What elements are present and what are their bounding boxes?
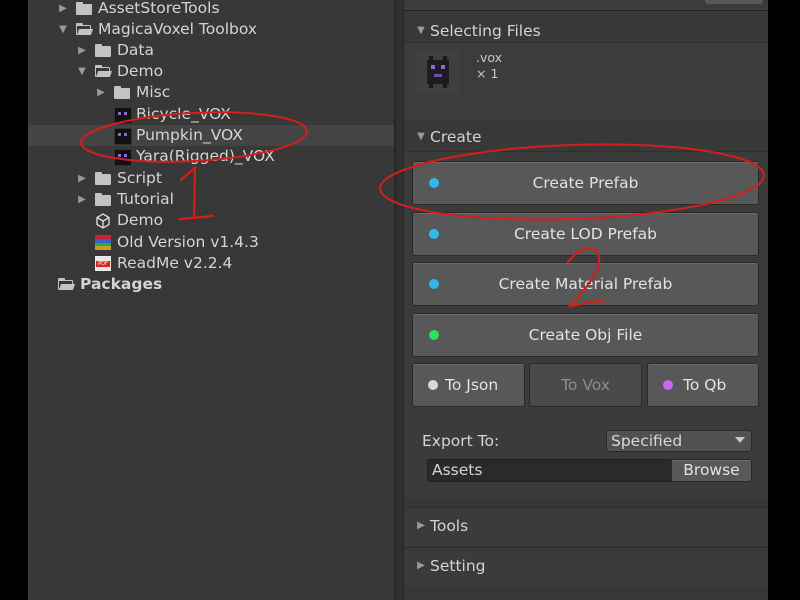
- expanded-arrow-icon[interactable]: ▼: [57, 19, 69, 40]
- export-path-field[interactable]: Assets: [427, 459, 672, 482]
- section-header-tools[interactable]: ▶ Tools: [404, 515, 768, 537]
- pdf-tag: PDF: [96, 261, 110, 267]
- vox-thumbnail-icon: [416, 50, 460, 94]
- left-frame: [0, 0, 28, 600]
- expanded-arrow-icon[interactable]: ▼: [76, 61, 88, 82]
- tree-item-label: Tutorial: [117, 190, 174, 208]
- button-label: Create LOD Prefab: [513, 225, 657, 243]
- section-header-create[interactable]: ▼ Create: [404, 126, 768, 148]
- create-material-prefab-button[interactable]: Create Material Prefab: [412, 262, 759, 306]
- tree-item-packages[interactable]: Packages: [28, 274, 394, 295]
- tree-item-label: Script: [117, 169, 162, 187]
- tree-item-label: Demo: [117, 62, 164, 80]
- unity-scene-icon: [96, 213, 110, 229]
- export-path-value: Assets: [432, 461, 483, 479]
- section-header-setting[interactable]: ▶ Setting: [404, 555, 768, 577]
- status-dot-blue: [429, 279, 439, 289]
- to-qb-button[interactable]: To Qb: [647, 363, 759, 407]
- collapsed-arrow-icon[interactable]: ▶: [57, 0, 69, 19]
- expanded-arrow-icon[interactable]: ▼: [415, 20, 427, 42]
- tree-item-demo-scene[interactable]: Demo: [28, 210, 394, 231]
- folder-icon: [95, 44, 111, 57]
- rar-archive-icon: [95, 235, 111, 250]
- tree-item-label: Misc: [136, 83, 171, 101]
- right-frame: [768, 0, 800, 600]
- button-label: Create Prefab: [532, 174, 639, 192]
- create-obj-file-button[interactable]: Create Obj File: [412, 313, 759, 357]
- tree-item-yara-rigged-vox[interactable]: Yara(Rigged)_VOX: [28, 146, 394, 167]
- tree-item-magicavoxel-toolbox[interactable]: ▼ MagicaVoxel Toolbox: [28, 19, 394, 40]
- dropdown-caret-icon: [735, 437, 745, 443]
- collapsed-arrow-icon[interactable]: ▶: [415, 515, 427, 537]
- status-dot-blue: [429, 178, 439, 188]
- button-label: Create Obj File: [528, 326, 643, 344]
- folder-icon: [95, 172, 111, 185]
- vox-file-icon: [114, 149, 132, 166]
- tree-item-old-version[interactable]: Old Version v1.4.3: [28, 232, 394, 253]
- section-title: Setting: [430, 557, 486, 575]
- top-bar-button[interactable]: [705, 0, 763, 4]
- export-to-label: Export To:: [422, 432, 500, 450]
- collapsed-arrow-icon[interactable]: ▶: [76, 40, 88, 61]
- tree-item-misc[interactable]: ▶ Misc: [28, 82, 394, 103]
- tree-item-pumpkin-vox[interactable]: Pumpkin_VOX: [28, 125, 394, 146]
- tree-item-label: Packages: [80, 275, 163, 293]
- tree-item-tutorial[interactable]: ▶ Tutorial: [28, 189, 394, 210]
- tree-item-label: Old Version v1.4.3: [117, 233, 259, 251]
- vox-file-icon: [114, 107, 132, 124]
- tree-item-label: Yara(Rigged)_VOX: [136, 147, 275, 165]
- button-label: To Vox: [561, 376, 610, 394]
- tree-item-demo-folder[interactable]: ▼ Demo: [28, 61, 394, 82]
- expanded-arrow-icon[interactable]: ▼: [415, 126, 427, 148]
- button-label: Browse: [683, 461, 740, 479]
- project-scrollbar-thumb[interactable]: [396, 0, 403, 600]
- status-dot-white: [428, 380, 438, 390]
- status-dot-blue: [429, 229, 439, 239]
- project-tree-panel: ▶ AssetStoreTools ▼ MagicaVoxel Toolbox …: [28, 0, 395, 600]
- selected-file-count: × 1: [476, 66, 499, 81]
- section-title: Create: [430, 128, 482, 146]
- folder-icon: [95, 193, 111, 206]
- create-prefab-button[interactable]: Create Prefab: [412, 161, 759, 205]
- folder-icon: [114, 86, 130, 99]
- button-label: To Json: [445, 376, 499, 394]
- status-dot-purple: [663, 380, 673, 390]
- status-dot-green: [429, 330, 439, 340]
- folder-open-icon: [58, 278, 76, 291]
- tree-item-label: Bicycle_VOX: [136, 105, 231, 123]
- tree-item-script[interactable]: ▶ Script: [28, 168, 394, 189]
- collapsed-arrow-icon[interactable]: ▶: [95, 82, 107, 103]
- tree-item-label: MagicaVoxel Toolbox: [98, 20, 258, 38]
- collapsed-arrow-icon[interactable]: ▶: [415, 555, 427, 577]
- folder-open-icon: [76, 23, 94, 36]
- folder-icon: [76, 2, 92, 15]
- to-json-button[interactable]: To Json: [412, 363, 525, 407]
- button-label: To Qb: [683, 376, 727, 394]
- tree-item-readme[interactable]: PDF ReadMe v2.2.4: [28, 253, 394, 274]
- vox-file-icon: [114, 128, 132, 145]
- tree-item-bicycle-vox[interactable]: Bicycle_VOX: [28, 104, 394, 125]
- pdf-icon: PDF: [95, 256, 111, 271]
- browse-button[interactable]: Browse: [671, 459, 752, 482]
- selected-file-extension: .vox: [476, 50, 503, 65]
- export-mode-dropdown[interactable]: Specified: [606, 430, 752, 452]
- folder-open-icon: [95, 65, 113, 78]
- tree-item-label: Data: [117, 41, 155, 59]
- section-header-selecting-files[interactable]: ▼ Selecting Files: [404, 20, 768, 42]
- tree-item-label: Demo: [117, 211, 164, 229]
- collapsed-arrow-icon[interactable]: ▶: [76, 168, 88, 189]
- tree-item-label: Pumpkin_VOX: [136, 126, 243, 144]
- to-vox-button[interactable]: To Vox: [529, 363, 642, 407]
- section-title: Tools: [430, 517, 469, 535]
- tree-item-label: AssetStoreTools: [98, 0, 220, 17]
- section-title: Selecting Files: [430, 22, 541, 40]
- dropdown-value: Specified: [611, 432, 683, 450]
- tree-item-label: ReadMe v2.2.4: [117, 254, 233, 272]
- create-lod-prefab-button[interactable]: Create LOD Prefab: [412, 212, 759, 256]
- collapsed-arrow-icon[interactable]: ▶: [76, 189, 88, 210]
- tree-item-assetstoretools[interactable]: ▶ AssetStoreTools: [28, 0, 394, 19]
- tree-item-data[interactable]: ▶ Data: [28, 40, 394, 61]
- button-label: Create Material Prefab: [498, 275, 673, 293]
